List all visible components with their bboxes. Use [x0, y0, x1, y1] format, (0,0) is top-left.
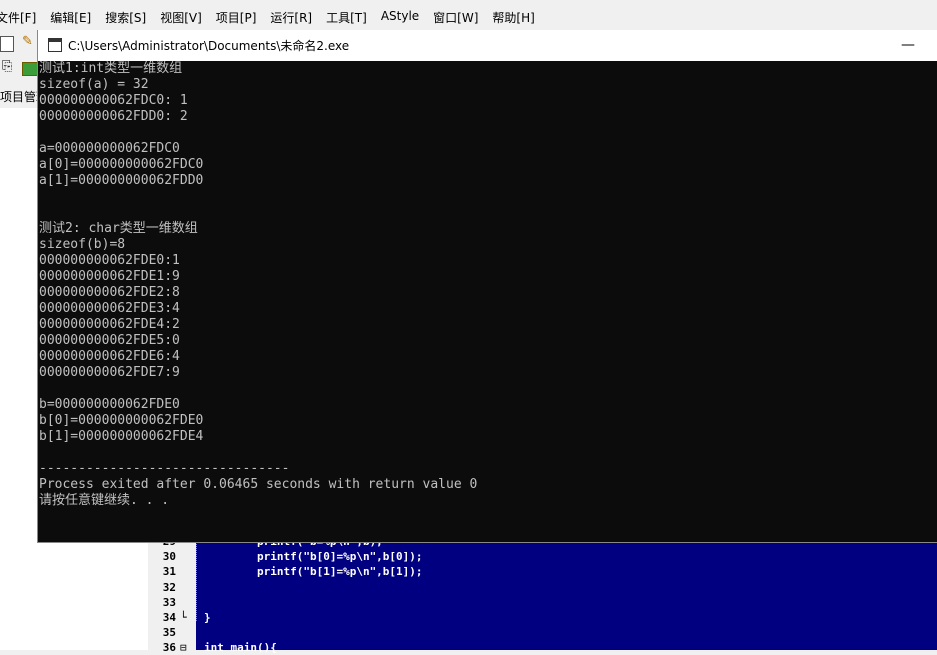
line-number: 34 — [162, 611, 176, 624]
console-line: 000000000062FDE1:9 — [39, 269, 180, 284]
console-line: 000000000062FDD0: 2 — [39, 109, 188, 124]
console-line: 000000000062FDE4:2 — [39, 317, 180, 332]
edit-icon[interactable]: ✎ — [22, 34, 36, 50]
fold-marker-icon[interactable] — [180, 595, 190, 610]
code-line[interactable]: printf("b[0]=%p\n",b[0]); — [204, 549, 423, 564]
console-line: 000000000062FDE3:4 — [39, 301, 180, 316]
console-line: -------------------------------- — [39, 461, 290, 476]
fold-marker-icon[interactable] — [180, 549, 190, 564]
menu-items: 文件[F] 编辑[E] 搜索[S] 视图[V] 项目[P] 运行[R] 工具[T… — [0, 9, 549, 26]
line-number: 36 — [162, 641, 176, 655]
menu-edit[interactable]: 编辑[E] — [50, 9, 91, 26]
run-icon[interactable] — [22, 62, 38, 76]
menu-view[interactable]: 视图[V] — [160, 9, 202, 26]
console-line: a[0]=000000000062FDC0 — [39, 157, 204, 172]
code-line[interactable]: printf("b[1]=%p\n",b[1]); — [204, 564, 423, 579]
fold-marker-icon[interactable]: ⊟ — [180, 640, 190, 655]
menu-help[interactable]: 帮助[H] — [492, 9, 534, 26]
console-window-icon — [48, 38, 62, 52]
menu-project[interactable]: 项目[P] — [216, 9, 257, 26]
console-line: 000000000062FDE5:0 — [39, 333, 180, 348]
console-line: sizeof(a) = 32 — [39, 77, 149, 92]
minimize-button[interactable]: — — [898, 35, 918, 55]
code-line[interactable]: int main(){ — [204, 640, 277, 655]
menu-bar: 文件[F] 编辑[E] 搜索[S] 视图[V] 项目[P] 运行[R] 工具[T… — [0, 0, 937, 34]
fold-marker-icon[interactable] — [180, 564, 190, 579]
line-number: 35 — [162, 626, 176, 640]
console-line: b=000000000062FDE0 — [39, 397, 180, 412]
line-number: 31 — [162, 565, 176, 579]
console-line: 000000000062FDE2:8 — [39, 285, 180, 300]
menu-window[interactable]: 窗口[W] — [433, 9, 478, 26]
fold-marker-icon[interactable] — [180, 580, 190, 595]
console-title: C:\Users\Administrator\Documents\未命名2.ex… — [68, 39, 350, 53]
menu-run[interactable]: 运行[R] — [270, 9, 312, 26]
copy-icon[interactable]: ⎘ — [2, 60, 13, 74]
menu-file[interactable]: 文件[F] — [0, 9, 36, 26]
console-line: 请按任意键继续. . . — [39, 493, 170, 508]
console-line: b[0]=000000000062FDE0 — [39, 413, 204, 428]
console-line: a[1]=000000000062FDD0 — [39, 173, 204, 188]
console-line: sizeof(b)=8 — [39, 237, 126, 252]
menu-search[interactable]: 搜索[S] — [105, 9, 146, 26]
console-titlebar[interactable]: C:\Users\Administrator\Documents\未命名2.ex… — [38, 30, 937, 61]
fold-marker-icon[interactable] — [180, 625, 190, 640]
console-line: 测试2: char类型一维数组 — [39, 221, 198, 236]
console-output: 测试1:int类型一维数组 sizeof(a) = 32 000000000062F… — [38, 61, 937, 542]
indent-guide — [196, 541, 197, 621]
menu-tools[interactable]: 工具[T] — [326, 9, 367, 26]
line-number: 33 — [162, 595, 176, 609]
console-line: 测试1:int类型一维数组 — [39, 61, 183, 76]
console-line: Process exited after 0.06465 seconds wit… — [39, 477, 478, 492]
console-window: C:\Users\Administrator\Documents\未命名2.ex… — [37, 30, 937, 543]
menu-astyle[interactable]: AStyle — [381, 9, 419, 26]
console-line: b[1]=000000000062FDE4 — [39, 429, 204, 444]
console-line: 000000000062FDE7:9 — [39, 365, 180, 380]
console-line: a=000000000062FDC0 — [39, 141, 180, 156]
line-number: 30 — [162, 550, 176, 564]
line-number: 32 — [162, 580, 176, 594]
console-line: 000000000062FDE0:1 — [39, 253, 180, 268]
code-line[interactable]: } — [204, 610, 211, 625]
new-file-icon[interactable] — [0, 36, 14, 52]
fold-marker-icon[interactable]: └ — [180, 610, 190, 625]
console-line: 000000000062FDC0: 1 — [39, 93, 188, 108]
project-manager-tab[interactable]: 项目管理 — [0, 88, 38, 105]
console-line: 000000000062FDE6:4 — [39, 349, 180, 364]
